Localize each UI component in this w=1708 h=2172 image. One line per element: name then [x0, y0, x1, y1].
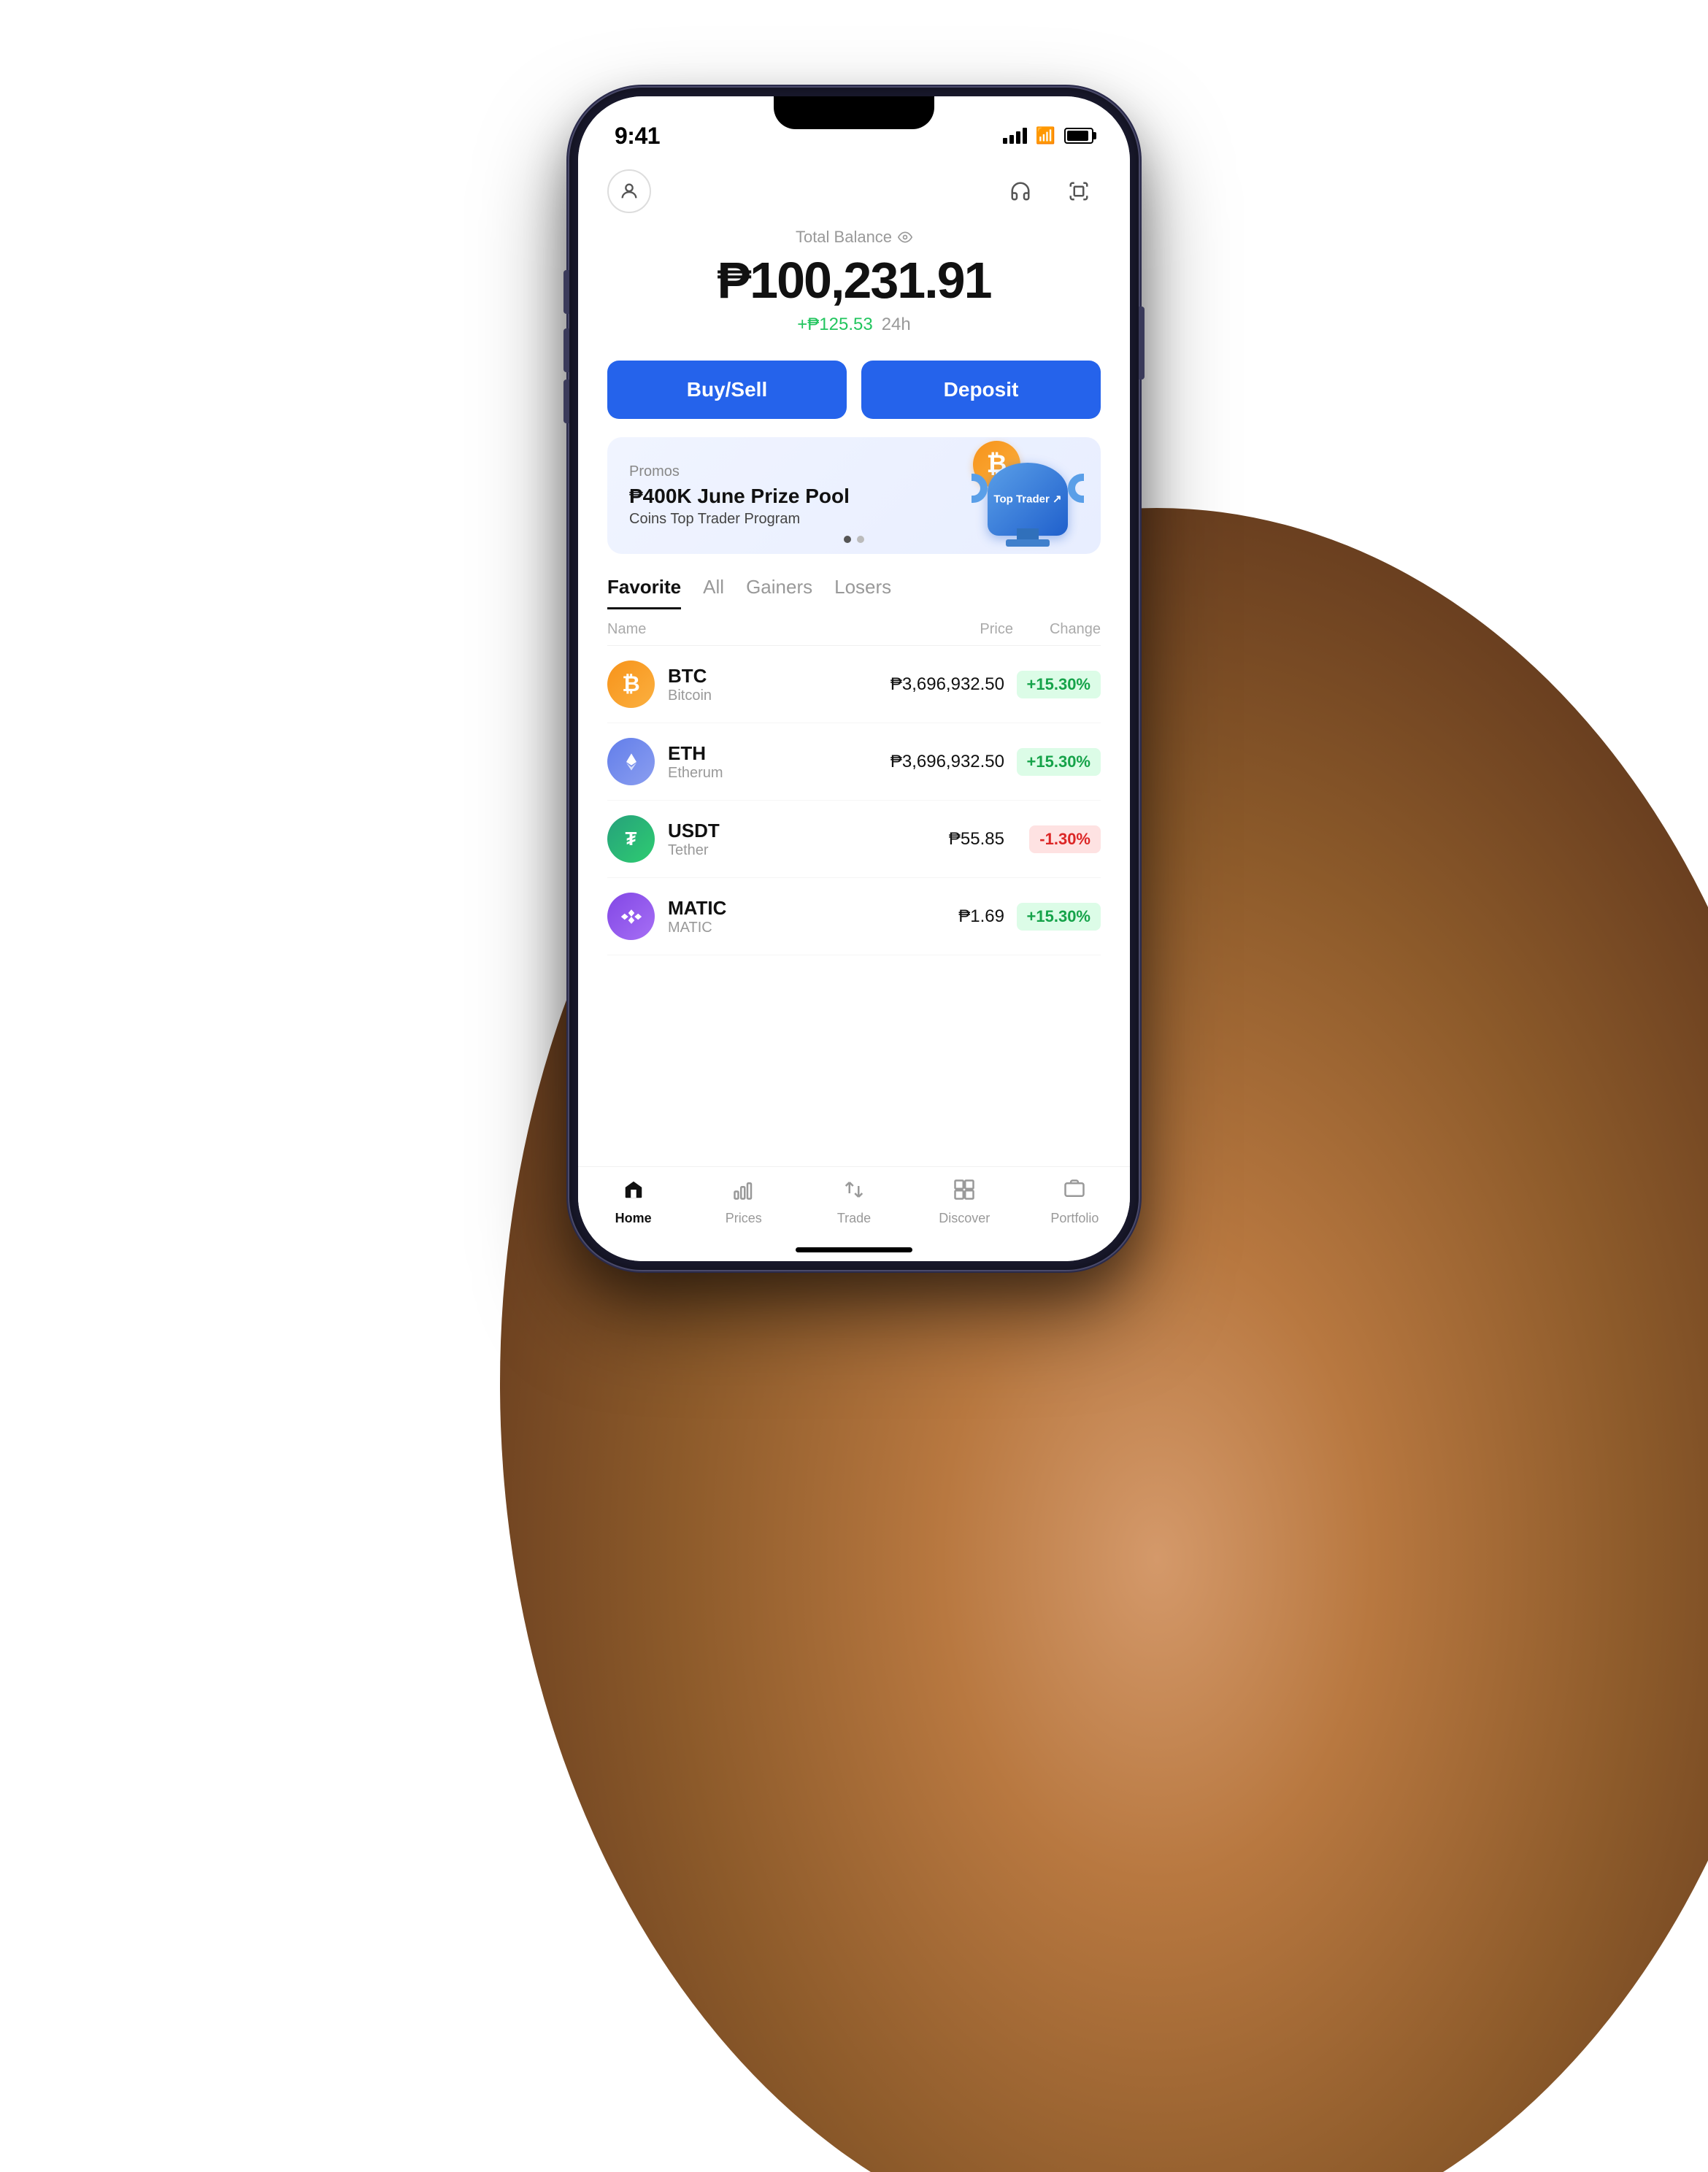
- buy-sell-button[interactable]: Buy/Sell: [607, 361, 847, 419]
- trade-icon: [843, 1179, 865, 1206]
- eth-change: +15.30%: [1013, 748, 1101, 776]
- matic-info: MATIC MATIC: [668, 897, 844, 936]
- tab-losers[interactable]: Losers: [834, 576, 891, 609]
- discover-icon: [953, 1179, 975, 1206]
- table-row[interactable]: ETH Etherum ₱3,696,932.50 +15.30%: [607, 723, 1101, 801]
- market-tabs: Favorite All Gainers Losers: [578, 561, 1130, 609]
- nav-home[interactable]: Home: [578, 1179, 688, 1226]
- nav-portfolio[interactable]: Portfolio: [1020, 1179, 1130, 1226]
- table-row[interactable]: MATIC MATIC ₱1.69 +15.30%: [607, 878, 1101, 955]
- table-row[interactable]: ₮ USDT Tether ₱55.85 -1.30%: [607, 801, 1101, 878]
- balance-section: Total Balance ₱100,231.91 +₱125.53 24h: [578, 220, 1130, 350]
- nav-trade-label: Trade: [837, 1211, 871, 1226]
- eth-icon: [607, 738, 655, 785]
- phone-notch: [774, 96, 934, 129]
- nav-prices[interactable]: Prices: [688, 1179, 799, 1226]
- tab-gainers[interactable]: Gainers: [746, 576, 812, 609]
- profile-button[interactable]: [607, 169, 651, 213]
- table-row[interactable]: ₿ BTC Bitcoin ₱3,696,932.50 +15.30%: [607, 646, 1101, 723]
- promo-title: ₱400K June Prize Pool: [629, 485, 850, 508]
- usdt-info: USDT Tether: [668, 820, 844, 859]
- nav-prices-label: Prices: [726, 1211, 762, 1226]
- nav-portfolio-label: Portfolio: [1050, 1211, 1099, 1226]
- phone-device: 9:41 📶: [569, 88, 1139, 1270]
- promo-label: Promos: [629, 463, 850, 480]
- phone-screen: 9:41 📶: [578, 96, 1130, 1261]
- balance-amount: ₱100,231.91: [607, 253, 1101, 309]
- prices-icon: [733, 1179, 755, 1206]
- phone-frame: 9:41 📶: [569, 88, 1139, 1270]
- signal-icon: [1003, 128, 1027, 144]
- header-right-actions: [999, 169, 1101, 213]
- home-indicator: [796, 1247, 912, 1252]
- deposit-button[interactable]: Deposit: [861, 361, 1101, 419]
- support-button[interactable]: [999, 169, 1042, 213]
- status-icons: 📶: [1003, 126, 1093, 145]
- matic-icon: [607, 893, 655, 940]
- action-buttons: Buy/Sell Deposit: [578, 350, 1130, 430]
- usdt-icon: ₮: [607, 815, 655, 863]
- promo-banner[interactable]: Promos ₱400K June Prize Pool Coins Top T…: [607, 437, 1101, 554]
- scan-button[interactable]: [1057, 169, 1101, 213]
- nav-trade[interactable]: Trade: [799, 1179, 909, 1226]
- nav-discover[interactable]: Discover: [909, 1179, 1020, 1226]
- usdt-change: -1.30%: [1013, 825, 1101, 853]
- matic-change: +15.30%: [1013, 903, 1101, 931]
- btc-icon: ₿: [607, 661, 655, 708]
- nav-discover-label: Discover: [939, 1211, 990, 1226]
- market-table: Name Price Change ₿ BTC Bitcoin ₱3,696,9…: [578, 609, 1130, 955]
- promo-pagination: [844, 536, 864, 543]
- btc-info: BTC Bitcoin: [668, 665, 844, 704]
- app-header: [578, 155, 1130, 220]
- nav-home-label: Home: [615, 1211, 652, 1226]
- table-header: Name Price Change: [607, 609, 1101, 646]
- portfolio-icon: [1063, 1179, 1085, 1206]
- battery-icon: [1064, 128, 1093, 144]
- eth-info: ETH Etherum: [668, 742, 844, 782]
- scene: 9:41 📶: [0, 0, 1708, 2172]
- tab-favorite[interactable]: Favorite: [607, 576, 681, 609]
- balance-change: +₱125.53 24h: [607, 315, 1101, 335]
- promo-trophy-image: ₿ Top Trader ↗: [933, 441, 1079, 550]
- btc-change: +15.30%: [1013, 671, 1101, 698]
- trophy-decoration: Top Trader ↗: [977, 463, 1079, 554]
- balance-label: Total Balance: [607, 228, 1101, 247]
- promo-content: Promos ₱400K June Prize Pool Coins Top T…: [629, 463, 850, 528]
- promo-subtitle: Coins Top Trader Program: [629, 511, 850, 528]
- home-icon: [623, 1179, 645, 1206]
- tab-all[interactable]: All: [703, 576, 724, 609]
- status-time: 9:41: [615, 123, 660, 150]
- wifi-icon: 📶: [1036, 126, 1055, 145]
